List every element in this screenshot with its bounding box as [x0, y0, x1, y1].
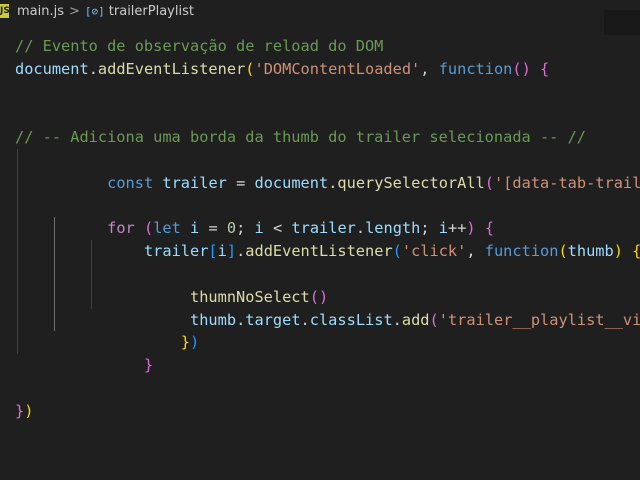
- code-line-6[interactable]: const trailer = document.querySelectorAl…: [0, 148, 640, 192]
- indent-guide: [54, 262, 55, 286]
- code-line-4[interactable]: [0, 103, 640, 126]
- js-file-icon: JS: [0, 4, 9, 18]
- indent-guide: [54, 285, 55, 309]
- indent-guide: [17, 240, 18, 263]
- indent-guide: [17, 194, 18, 218]
- breadcrumb-file[interactable]: main.js: [17, 4, 64, 19]
- breadcrumb: JS main.js > [⊘] trailerPlaylist: [0, 0, 640, 22]
- indent-guide: [17, 217, 18, 241]
- code-line-9[interactable]: trailer[i].addEventListener('click', fun…: [0, 217, 640, 260]
- minimap[interactable]: [604, 10, 640, 35]
- indent-guide: [54, 217, 55, 241]
- breadcrumb-symbol[interactable]: trailerPlaylist: [109, 4, 194, 19]
- comment-text: // -- Adiciona uma borda da thumb do tra…: [15, 128, 586, 147]
- code-line-15[interactable]: [0, 354, 640, 377]
- indent-guide: [17, 148, 18, 172]
- code-line-17[interactable]: }): [0, 400, 640, 423]
- indent-guide: [91, 285, 92, 309]
- code-line-1[interactable]: // Evento de observação de reload do DOM: [0, 35, 640, 58]
- code-line-12[interactable]: thumb.target.classList.add('trailer__pla…: [0, 285, 640, 329]
- indent-guide: [91, 240, 92, 263]
- code-area[interactable]: // Evento de observação de reload do DOM…: [0, 35, 640, 423]
- code-line-3[interactable]: [0, 81, 640, 104]
- indent-guide: [17, 262, 18, 286]
- indent-guide: [17, 171, 18, 195]
- code-line-13[interactable]: }): [0, 308, 640, 351]
- code-line-2[interactable]: document.addEventListener('DOMContentLoa…: [0, 58, 640, 81]
- code-line-5[interactable]: // -- Adiciona uma borda da thumb do tra…: [0, 126, 640, 149]
- comment-text: // Evento de observação de reload do DOM: [15, 37, 384, 55]
- code-line-10[interactable]: [0, 240, 640, 263]
- indent-guide: [17, 285, 18, 309]
- code-line-7[interactable]: [0, 171, 640, 195]
- code-editor-window: JS main.js > [⊘] trailerPlaylist // Even…: [0, 0, 640, 480]
- code-line-14[interactable]: }: [0, 331, 640, 374]
- breadcrumb-separator: >: [69, 3, 80, 19]
- indent-guide: [17, 331, 18, 355]
- indent-guide: [17, 308, 18, 332]
- symbol-variable-icon: [⊘]: [84, 4, 105, 18]
- indent-guide: [54, 308, 55, 332]
- code-line-11[interactable]: thumnNoSelect(): [0, 262, 640, 306]
- code-line-16[interactable]: [0, 377, 640, 400]
- code-line-8[interactable]: for (let i = 0; i < trailer.length; i++)…: [0, 194, 640, 237]
- indent-guide: [54, 240, 55, 263]
- indent-guide: [91, 262, 92, 286]
